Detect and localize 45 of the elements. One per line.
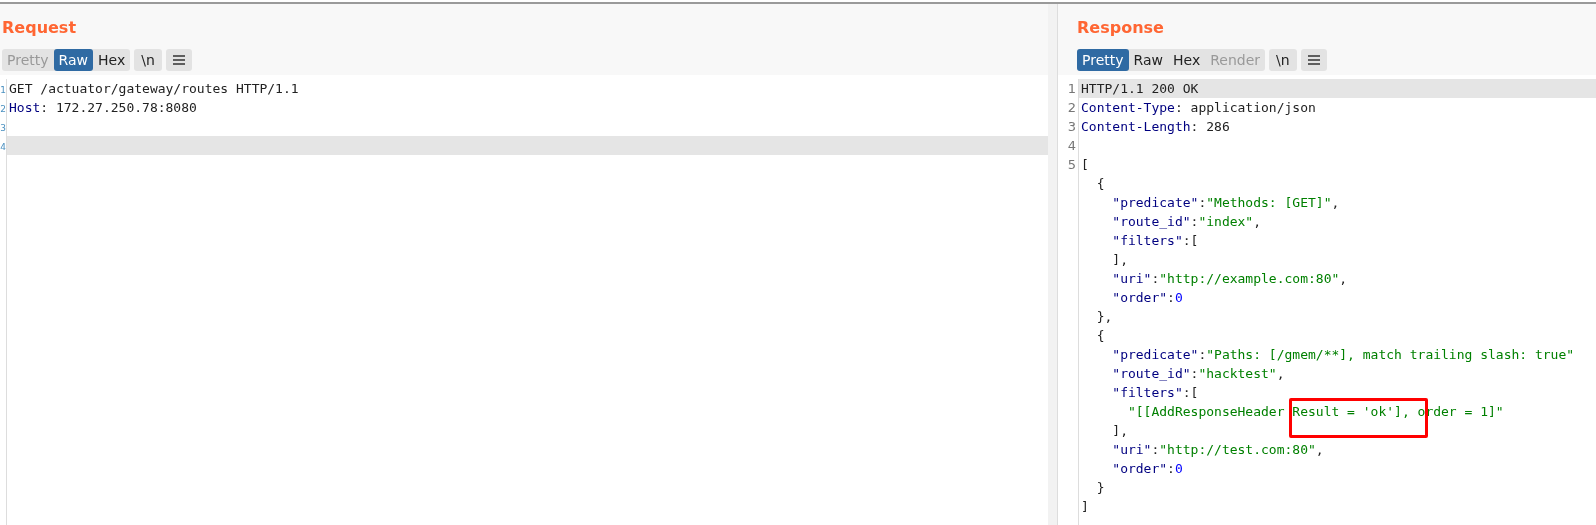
code-line: ],: [1111, 423, 1128, 438]
code-line: "order":0: [1111, 290, 1183, 305]
line-number: 3: [1067, 119, 1076, 134]
menu-icon: [1307, 55, 1320, 65]
code-line: "predicate":"Paths: [/gmem/**], match trailing slash: true": [1111, 347, 1575, 362]
code-line: "order":0: [1111, 461, 1183, 476]
code-line: "predicate":"Methods: [GET]",: [1111, 195, 1340, 210]
code-line: [: [1081, 157, 1089, 172]
line-number: 5: [1067, 157, 1076, 172]
code-line: ]: [1081, 499, 1089, 514]
newline-toggle-button[interactable]: \n: [1269, 49, 1297, 71]
line-number: 4: [0, 142, 6, 152]
line-number: 2: [0, 104, 6, 114]
code-line: GET /actuator/gateway/routes HTTP/1.1: [9, 81, 299, 96]
code-line: Content-Length: 286: [1081, 119, 1230, 134]
view-tab[interactable]: Raw: [53, 49, 93, 71]
code-line: "uri":"http://example.com:80",: [1111, 271, 1348, 286]
line-number: 1: [0, 85, 6, 95]
code-line: Host: 172.27.250.78:8080: [9, 100, 197, 115]
code-line: "filters":[: [1111, 233, 1199, 248]
code-line: "route_id":"index",: [1111, 214, 1262, 229]
code-line: "uri":"http://test.com:80",: [1111, 442, 1324, 457]
view-tab[interactable]: Hex: [93, 49, 131, 71]
view-tab[interactable]: Raw: [1128, 49, 1168, 71]
line-number: 1: [1067, 81, 1076, 96]
code-line: "route_id":"hacktest",: [1111, 366, 1285, 381]
line-number: 2: [1067, 100, 1076, 115]
menu-button[interactable]: [1300, 49, 1327, 71]
code-line: "filters":[: [1111, 385, 1199, 400]
pane-title: Request: [2, 18, 78, 37]
view-tab[interactable]: Hex: [1168, 49, 1206, 71]
newline-toggle-button[interactable]: \n: [134, 49, 162, 71]
code-line: Content-Type: application/json: [1081, 100, 1316, 115]
code-line: }: [1095, 480, 1105, 495]
view-tab[interactable]: Pretty: [1077, 49, 1129, 71]
menu-button[interactable]: [165, 49, 192, 71]
menu-icon: [172, 55, 185, 65]
pane-title: Response: [1077, 18, 1165, 37]
code-line: {: [1095, 176, 1105, 191]
line-number: 3: [0, 123, 6, 133]
line-number: 4: [1067, 138, 1076, 153]
code-line: },: [1095, 309, 1113, 324]
code-line: ],: [1111, 252, 1128, 267]
code-line: {: [1095, 328, 1105, 343]
code-line: HTTP/1.1 200 OK: [1081, 81, 1199, 96]
